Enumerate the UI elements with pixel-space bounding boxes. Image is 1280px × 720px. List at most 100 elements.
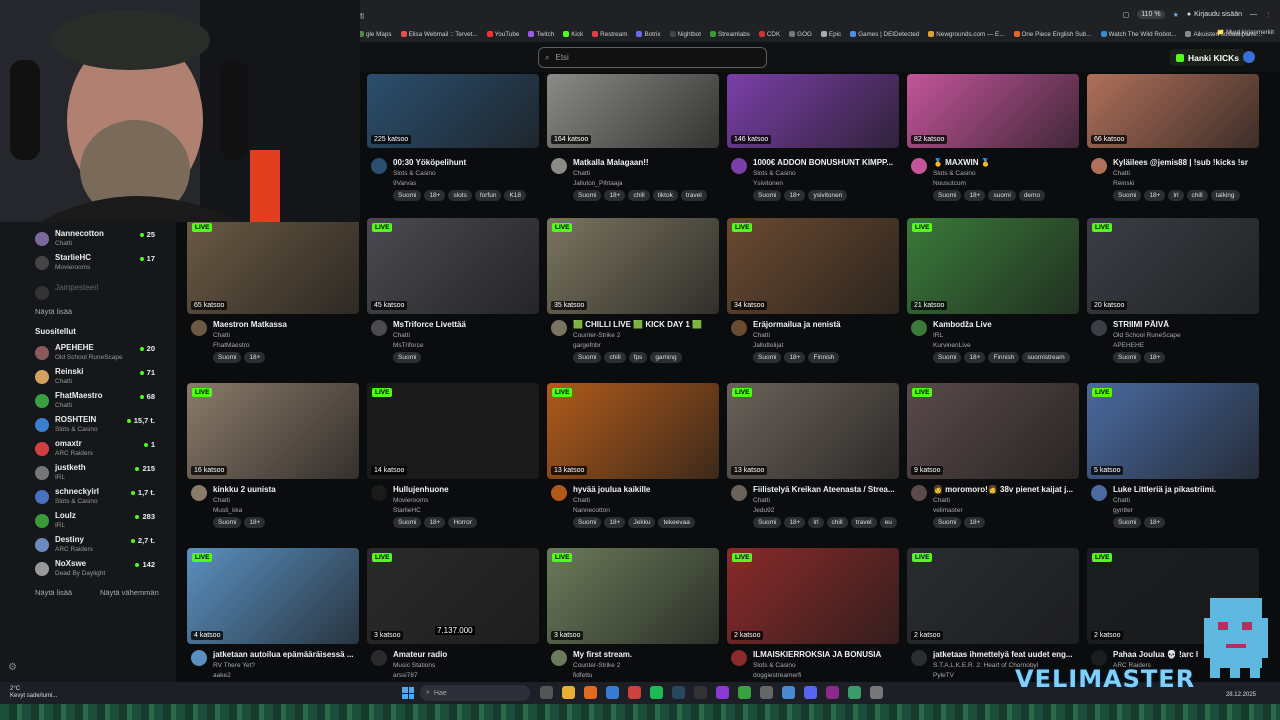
tag-chip[interactable]: Suomi [933, 517, 962, 528]
stream-card[interactable]: LIVE 65 katsoo Maestron Matkassa Chatti Fhat… [187, 218, 359, 370]
tag-chip[interactable]: Suomi [933, 190, 962, 201]
bookmark-item[interactable]: One Piece English Sub... [1013, 28, 1092, 40]
minimize-icon[interactable]: — [1250, 11, 1257, 18]
tag-chip[interactable]: talking [1210, 190, 1240, 201]
stream-title[interactable]: jatketaas ihmettelyä feat uudet eng... [933, 650, 1081, 659]
stream-thumbnail[interactable]: LIVE 13 katsoo [547, 383, 719, 479]
tag-chip[interactable]: 18+ [964, 352, 986, 363]
stream-card[interactable]: LIVE 16 katsoo kinkku 2 uunista Chatti Musti… [187, 383, 359, 535]
stream-title[interactable]: Kambodža Live [933, 320, 1081, 329]
discord-icon[interactable] [804, 686, 817, 699]
bookmark-item[interactable]: Games | DEIDetected [850, 28, 919, 40]
channel-avatar[interactable] [1091, 650, 1107, 666]
stream-title[interactable]: 🥇 MAXWIN 🥇 [933, 158, 1081, 167]
stream-category[interactable]: Chatti [213, 332, 230, 339]
stream-title[interactable]: Fiilistelyä Kreikan Ateenasta / Strea... [753, 485, 901, 494]
stream-category[interactable]: Chatti [573, 170, 590, 177]
stream-category[interactable]: Chatti [393, 332, 410, 339]
stream-card[interactable]: LIVE 5 katsoo Luke Littleriä ja pikastriim… [1087, 383, 1259, 535]
tag-chip[interactable]: 18+ [964, 517, 986, 528]
channel-avatar[interactable] [371, 158, 387, 174]
tag-chip[interactable]: 18+ [784, 190, 806, 201]
address-bar[interactable]: fi [360, 12, 364, 21]
sidebar-channel[interactable]: Nannecotton Chatti 25 [35, 229, 165, 251]
weather-widget[interactable]: 2°C Kevyt sade/lumi... [10, 686, 57, 700]
streamer-name[interactable]: Jalluton_Pihtaaja [573, 180, 623, 187]
stream-thumbnail[interactable]: 225 katsoo [367, 74, 539, 148]
stream-card[interactable]: 146 katsoo 1000€ ADDON BONUSHUNT KIMPP...… [727, 74, 899, 208]
channel-avatar[interactable] [911, 485, 927, 501]
tag-chip[interactable]: slots [448, 190, 472, 201]
tag-chip[interactable]: 18+ [424, 190, 446, 201]
stream-card[interactable]: LIVE 45 katsoo MsTriforce Livettää Chatti Ms… [367, 218, 539, 370]
stream-card[interactable]: LIVE 21 katsoo Kambodža Live IRL KurvinenLiv… [907, 218, 1079, 370]
stream-card[interactable]: 82 katsoo 🥇 MAXWIN 🥇 Slots & Casino Nousutc… [907, 74, 1079, 208]
tag-chip[interactable]: Horror [448, 517, 477, 528]
stream-card[interactable]: LIVE 20 katsoo STRIIMI PÄIVÄ Old School Run… [1087, 218, 1259, 370]
sidebar-channel[interactable]: Jampesteeri [35, 283, 165, 305]
stream-title[interactable]: 1000€ ADDON BONUSHUNT KIMPP... [753, 158, 901, 167]
stream-category[interactable]: Movierooms [393, 497, 428, 504]
stream-thumbnail[interactable]: LIVE 2 katsoo [907, 548, 1079, 644]
sidebar-channel[interactable]: ROSHTEIN Slots & Casino 15,7 t. [35, 415, 165, 437]
tag-chip[interactable]: 18+ [1144, 352, 1166, 363]
sidebar-channel[interactable]: justketh IRL 215 [35, 463, 165, 485]
stream-thumbnail[interactable]: LIVE 3 katsoo 7.137.000 [367, 548, 539, 644]
sidebar-channel[interactable]: StarlieHC Movierooms 17 [35, 253, 165, 275]
tag-chip[interactable]: demo [1018, 190, 1046, 201]
stream-title[interactable]: 👩 moromoro!👩 38v pienet kaijat j... [933, 485, 1081, 494]
stream-category[interactable]: Slots & Casino [753, 170, 796, 177]
store-icon[interactable] [606, 686, 619, 699]
channel-avatar[interactable] [371, 650, 387, 666]
stream-thumbnail[interactable]: LIVE 45 katsoo [367, 218, 539, 314]
stream-title[interactable]: 00:30 Yököpelihunt [393, 158, 541, 167]
channel-avatar[interactable] [731, 485, 747, 501]
tag-chip[interactable]: Suomi [1113, 352, 1142, 363]
menu-icon[interactable]: ⋮ [1265, 11, 1272, 19]
stream-thumbnail[interactable]: 82 katsoo [907, 74, 1079, 148]
xbox-icon[interactable] [738, 686, 751, 699]
streamer-name[interactable]: Jalluttelijat [753, 342, 783, 349]
tag-chip[interactable]: Suomi [573, 352, 602, 363]
tag-chip[interactable]: travel [850, 517, 877, 528]
bookmark-item[interactable]: Streamlabs [710, 28, 750, 40]
stream-category[interactable]: IRL [933, 332, 943, 339]
bookmark-item[interactable]: CDK [758, 28, 780, 40]
extensions-icon[interactable]: ▢ [1123, 11, 1130, 19]
streamer-name[interactable]: Reinski [1113, 180, 1134, 187]
bookmark-item[interactable]: Elisa Webmail :: Tervet... [400, 28, 478, 40]
stream-thumbnail[interactable]: 146 katsoo [727, 74, 899, 148]
tag-chip[interactable]: chill [1186, 190, 1208, 201]
stream-title[interactable]: My first stream. [573, 650, 721, 659]
stream-category[interactable]: Chatti [1113, 170, 1130, 177]
bookmarks-other[interactable]: 📁 Muut kirjanmerkit [1216, 28, 1274, 36]
tag-chip[interactable]: Suomi [753, 352, 782, 363]
streamer-name[interactable]: Jedu92 [753, 507, 774, 514]
stream-title[interactable]: Amateur radio [393, 650, 541, 659]
stream-category[interactable]: Chatti [1113, 497, 1130, 504]
streamer-name[interactable]: APEHEHE [1113, 342, 1144, 349]
get-kicks-button[interactable]: Hanki KICKs [1170, 49, 1246, 66]
stream-card[interactable]: LIVE 4 katsoo jatketaan autoilua epämääräi… [187, 548, 359, 700]
streamer-name[interactable]: 9Varvas [393, 180, 416, 187]
tag-chip[interactable]: lrl [1168, 190, 1184, 201]
tag-chip[interactable]: tiktok [652, 190, 678, 201]
tag-chip[interactable]: Suomi [213, 517, 242, 528]
channel-avatar[interactable] [371, 485, 387, 501]
channel-avatar[interactable] [191, 320, 207, 336]
streamer-name[interactable]: gyntter [1113, 507, 1133, 514]
stream-title[interactable]: Maestron Matkassa [213, 320, 361, 329]
app-icon[interactable] [870, 686, 883, 699]
channel-avatar[interactable] [551, 650, 567, 666]
tag-chip[interactable]: Suomi [393, 352, 422, 363]
bookmark-item[interactable]: YouTube [486, 28, 519, 40]
stream-category[interactable]: Chatti [933, 497, 950, 504]
streamer-name[interactable]: doggiestreamerfi [753, 672, 801, 679]
tag-chip[interactable]: 18+ [784, 352, 806, 363]
stream-title[interactable]: hyvää joulua kaikille [573, 485, 721, 494]
stream-thumbnail[interactable]: LIVE 35 katsoo [547, 218, 719, 314]
stream-category[interactable]: Old School RuneScape [1113, 332, 1181, 339]
stream-card[interactable]: LIVE 2 katsoo ILMAISKIERROKSIA JA BONUSIA S… [727, 548, 899, 700]
channel-avatar[interactable] [1091, 320, 1107, 336]
tag-chip[interactable]: Suomi [393, 190, 422, 201]
